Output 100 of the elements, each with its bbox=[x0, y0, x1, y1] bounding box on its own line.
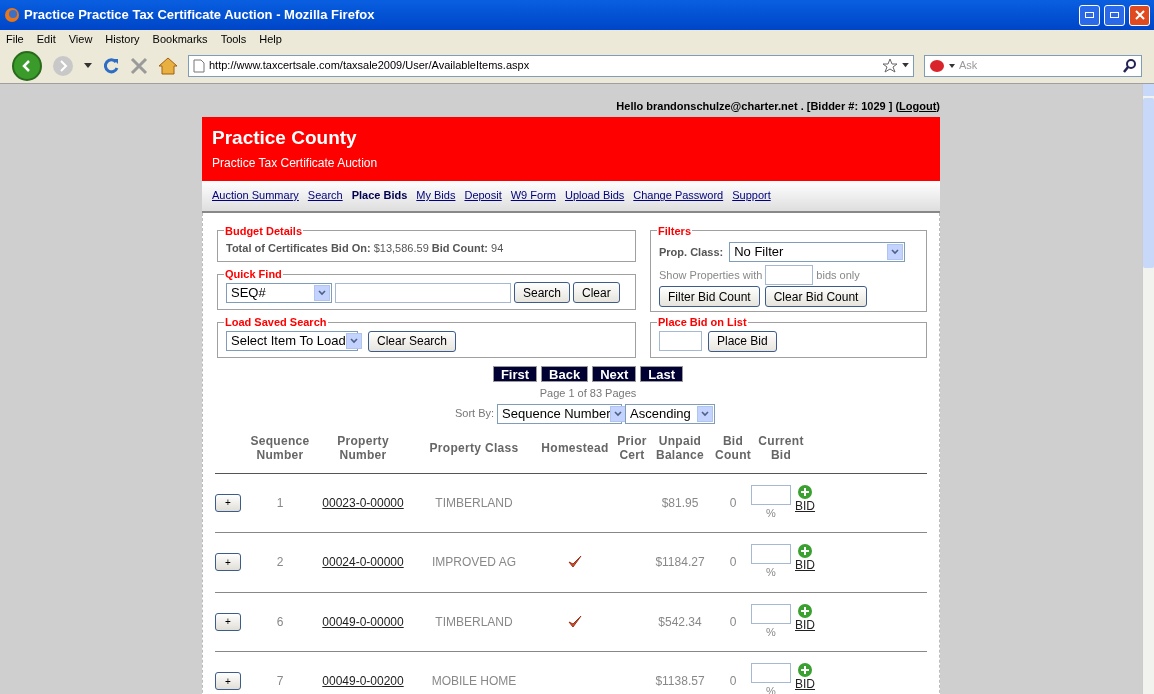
select-field[interactable]: SEQ# bbox=[226, 282, 332, 303]
home-icon[interactable] bbox=[158, 56, 178, 75]
address-field[interactable]: http://www.taxcertsale.com/taxsale2009/User/AvailableItems.aspx bbox=[188, 54, 914, 77]
form-button[interactable]: Clear Search bbox=[368, 330, 457, 352]
star-icon[interactable] bbox=[882, 57, 898, 74]
table-cell-text: 6 bbox=[275, 613, 285, 631]
section-legend: Filters bbox=[657, 222, 692, 239]
bid-percent-field[interactable] bbox=[751, 663, 791, 683]
scrollbar[interactable] bbox=[1142, 84, 1154, 694]
bid-count-field[interactable] bbox=[765, 265, 814, 285]
bid-link[interactable]: BID bbox=[795, 617, 815, 632]
property-link[interactable]: 00023-0-00000 bbox=[322, 493, 404, 512]
plus-circle-icon[interactable] bbox=[798, 663, 812, 677]
column-header: Bid Count bbox=[713, 434, 753, 462]
nav-link[interactable]: Support bbox=[732, 187, 771, 204]
filter-text: bids only bbox=[816, 267, 860, 283]
expand-button[interactable]: + bbox=[215, 553, 241, 572]
menu-item[interactable]: Edit bbox=[36, 30, 56, 48]
table-cell-text: 0 bbox=[728, 554, 738, 572]
table-cell-text: 7 bbox=[275, 673, 285, 691]
search-field[interactable]: Ask bbox=[924, 54, 1142, 77]
caret-icon bbox=[610, 405, 627, 422]
plus-circle-icon[interactable] bbox=[798, 544, 812, 558]
nav-link[interactable]: Place Bids bbox=[351, 187, 408, 204]
plus-circle-icon[interactable] bbox=[798, 484, 812, 499]
quick-find-field[interactable] bbox=[335, 282, 511, 303]
column-header: Property Number bbox=[336, 434, 390, 462]
county-title: Practice County bbox=[212, 126, 358, 149]
browser-logo-icon bbox=[4, 7, 20, 23]
section-legend: Place Bid on List bbox=[657, 314, 748, 331]
form-button[interactable]: Clear bbox=[573, 282, 620, 304]
form-button[interactable]: Clear Bid Count bbox=[764, 286, 868, 307]
menu-item[interactable]: Tools bbox=[220, 30, 247, 48]
nav-link[interactable]: My Bids bbox=[416, 187, 456, 204]
property-link[interactable]: 00024-0-00000 bbox=[322, 553, 404, 572]
expand-button[interactable]: + bbox=[215, 612, 241, 631]
property-link[interactable]: 00049-0-00000 bbox=[322, 612, 404, 631]
pager-button[interactable]: Back bbox=[541, 366, 589, 382]
menu-item[interactable]: File bbox=[6, 30, 24, 48]
page-icon bbox=[193, 58, 205, 73]
table-cell-text: 0 bbox=[728, 613, 738, 631]
restore-icon[interactable] bbox=[1104, 4, 1125, 26]
nav-link[interactable]: Auction Summary bbox=[212, 187, 299, 204]
property-link[interactable]: 00049-0-00200 bbox=[322, 672, 404, 691]
nav-link[interactable]: W9 Form bbox=[510, 187, 556, 204]
menu-item[interactable]: History bbox=[105, 30, 140, 48]
expand-button[interactable]: + bbox=[215, 672, 241, 691]
select-field[interactable]: Ascending bbox=[625, 403, 716, 424]
bid-percent-field[interactable] bbox=[751, 484, 791, 505]
nav-link[interactable]: Search bbox=[307, 187, 343, 204]
bid-percent-field[interactable] bbox=[751, 544, 791, 564]
table-cell-text: $1184.27 bbox=[654, 554, 706, 572]
menu-item[interactable]: Bookmarks bbox=[152, 30, 208, 48]
pager-button[interactable]: Next bbox=[592, 366, 637, 382]
expand-button[interactable]: + bbox=[215, 493, 241, 512]
minimize-icon[interactable] bbox=[1079, 4, 1100, 26]
select-field[interactable]: No Filter bbox=[729, 242, 906, 262]
back-icon[interactable] bbox=[12, 50, 42, 81]
form-button[interactable]: Search bbox=[514, 282, 571, 304]
table-cell-text: 2 bbox=[275, 554, 285, 572]
auction-subtitle: Practice Tax Certificate Auction bbox=[212, 154, 379, 172]
section-legend: Load Saved Search bbox=[224, 314, 328, 331]
search-field[interactable]: Ask bbox=[959, 57, 1119, 74]
window-title: Practice Practice Tax Certificate Auction - Mozilla Firefox bbox=[24, 6, 376, 25]
stop-icon[interactable] bbox=[130, 56, 148, 75]
nav-link[interactable]: Upload Bids bbox=[564, 187, 625, 204]
form-button[interactable]: Place Bid bbox=[708, 330, 777, 352]
bid-link[interactable]: BID bbox=[795, 558, 815, 572]
bid-link[interactable]: BID bbox=[795, 498, 815, 513]
column-header: Sequence Number bbox=[249, 434, 311, 462]
menu-item[interactable]: Help bbox=[259, 30, 282, 48]
greeting-text: Hello brandonschulze@charter.net . [Bidder #: 1029 ] (Logout) bbox=[616, 99, 940, 114]
pager-button[interactable]: First bbox=[492, 366, 538, 382]
menu-item[interactable]: View bbox=[68, 30, 93, 48]
table-cell-text: $81.95 bbox=[660, 494, 700, 512]
nav-link[interactable]: Change Password bbox=[633, 187, 724, 204]
bid-percent-field[interactable] bbox=[751, 603, 791, 624]
reload-icon[interactable] bbox=[102, 56, 120, 75]
form-button[interactable]: Filter Bid Count bbox=[659, 286, 760, 307]
percent-label: % bbox=[766, 565, 776, 580]
select-field[interactable]: Sequence Number bbox=[497, 403, 623, 424]
sort-label: Sort By: bbox=[454, 406, 495, 422]
section-legend: Budget Details bbox=[224, 222, 303, 239]
logout-link[interactable]: Logout bbox=[899, 100, 937, 112]
caret-icon bbox=[314, 284, 330, 301]
table-cell-text: TIMBERLAND bbox=[434, 494, 514, 512]
percent-label: % bbox=[766, 624, 776, 640]
bid-link[interactable]: BID bbox=[795, 677, 815, 691]
search-engine-icon[interactable] bbox=[929, 58, 955, 73]
section-legend: Quick Find bbox=[224, 265, 283, 283]
place-bid-field[interactable] bbox=[659, 331, 702, 351]
search-icon[interactable] bbox=[1123, 58, 1137, 73]
plus-circle-icon[interactable] bbox=[798, 603, 812, 618]
close-icon[interactable] bbox=[1129, 4, 1150, 26]
pager-button[interactable]: Last bbox=[640, 366, 684, 382]
checkmark-icon bbox=[568, 555, 582, 570]
nav-link[interactable]: Deposit bbox=[464, 187, 502, 204]
column-header: Property Class bbox=[428, 441, 520, 455]
dropdown-icon[interactable] bbox=[902, 63, 909, 68]
dropdown-icon[interactable] bbox=[84, 62, 92, 69]
